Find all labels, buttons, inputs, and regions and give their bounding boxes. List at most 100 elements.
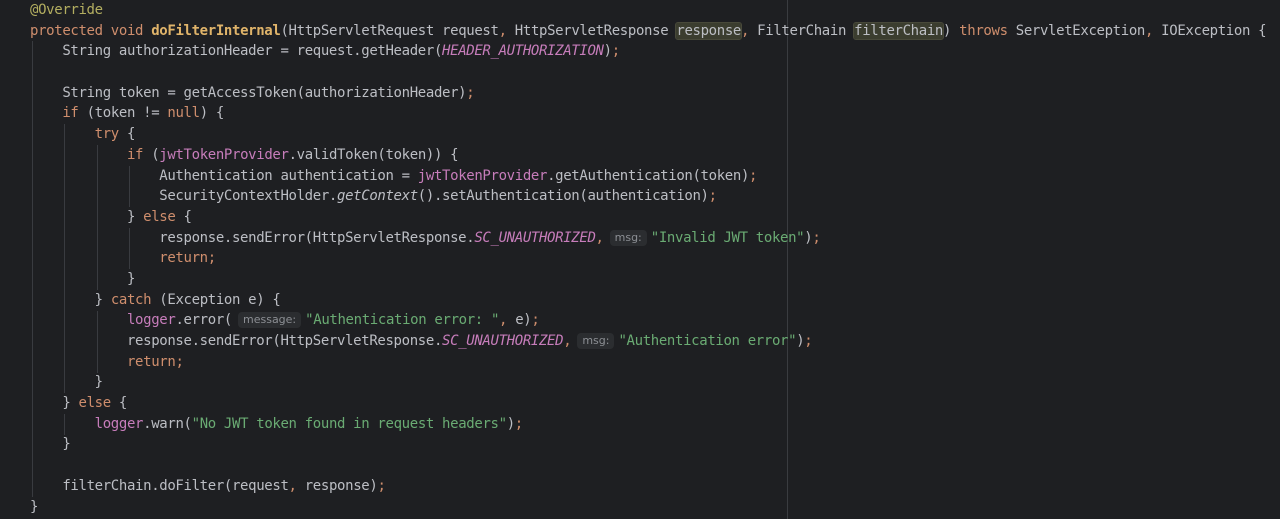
code-text: ServletException [1015, 22, 1146, 39]
static-constant: SC_UNAUTHORIZED [442, 333, 564, 349]
code-text: } [126, 270, 136, 287]
code-line[interactable]: response.sendError(HttpServletResponse.S… [30, 228, 1280, 249]
code-text: } [126, 208, 144, 225]
code-line[interactable]: } [30, 497, 1280, 518]
keyword: if [62, 105, 87, 122]
punctuation: ; [466, 84, 475, 101]
code-line[interactable]: } [30, 372, 1280, 393]
parameter-hint: msg: [577, 333, 615, 349]
punctuation: ; [812, 229, 821, 246]
static-method-call: getContext [337, 188, 418, 205]
code-line[interactable]: filterChain.doFilter(request, response); [30, 476, 1280, 497]
keyword: if [126, 146, 152, 163]
code-text: ) [943, 22, 960, 39]
code-line[interactable]: if (token != null) { [30, 103, 1280, 124]
punctuation: , [563, 333, 572, 349]
keyword: null [167, 105, 200, 122]
code-text: String token = getAccessToken(authorizat… [62, 84, 467, 101]
code-line[interactable]: String token = getAccessToken(authorizat… [30, 83, 1280, 104]
code-lines[interactable]: @Override protected void doFilterInternal… [30, 0, 1280, 517]
code-line[interactable]: if (jwtTokenProvider.validToken(token)) … [30, 145, 1280, 166]
parameter-hint: msg: [609, 229, 647, 246]
keyword: throws [959, 22, 1016, 39]
code-text: } [30, 498, 39, 515]
static-constant: SC_UNAUTHORIZED [474, 229, 596, 246]
code-text: HttpServletResponse [514, 22, 677, 39]
code-line[interactable]: protected void doFilterInternal(HttpServ… [30, 21, 1280, 42]
keyword: protected [30, 22, 111, 39]
code-line[interactable]: @Override [30, 0, 1280, 21]
code-line[interactable]: Authentication authentication = jwtToken… [30, 166, 1280, 187]
field-ref: jwtTokenProvider [159, 146, 289, 163]
highlighted-identifier: response [675, 21, 742, 40]
code-line[interactable]: return; [30, 352, 1280, 373]
punctuation: , [288, 477, 305, 494]
code-line[interactable] [30, 62, 1280, 83]
code-line[interactable]: String authorizationHeader = request.get… [30, 41, 1280, 62]
code-text: response) [304, 477, 378, 494]
code-editor[interactable]: @Override protected void doFilterInternal… [0, 0, 1280, 519]
code-text: .validToken(token)) { [288, 146, 459, 163]
code-line[interactable]: } [30, 434, 1280, 455]
punctuation: , [595, 229, 604, 246]
punctuation: , [741, 22, 758, 39]
code-line[interactable]: SecurityContextHolder.getContext().setAu… [30, 186, 1280, 207]
code-line[interactable]: } [30, 269, 1280, 290]
string-literal: "Invalid JWT token" [650, 229, 805, 246]
static-constant: HEADER_AUTHORIZATION [442, 43, 604, 60]
code-line[interactable]: logger.error(message: "Authentication err… [30, 310, 1280, 331]
string-literal: "Authentication error" [618, 333, 797, 349]
code-line[interactable]: return; [30, 248, 1280, 269]
keyword: return [159, 250, 208, 267]
code-text: { [183, 208, 192, 225]
code-line[interactable]: } else { [30, 393, 1280, 414]
punctuation: ; [531, 312, 540, 329]
code-text: } [94, 291, 111, 308]
code-line[interactable]: response.sendError(HttpServletResponse.S… [30, 331, 1280, 352]
punctuation: ; [708, 188, 717, 205]
punctuation: , [498, 22, 515, 39]
code-line[interactable]: } else { [30, 207, 1280, 228]
parameter-hint: message: [238, 312, 302, 329]
method-name: doFilterInternal [151, 22, 281, 39]
code-text: e) [515, 312, 532, 329]
code-text: { [118, 395, 127, 412]
punctuation: ; [175, 353, 184, 370]
code-text: response.sendError(HttpServletResponse. [159, 229, 475, 246]
string-literal: "No JWT token found in request headers" [191, 415, 507, 432]
code-text: (HttpServletRequest request [280, 22, 499, 39]
code-text: SecurityContextHolder. [159, 188, 337, 205]
code-text: .error( [175, 312, 232, 329]
code-text: Authentication authentication = [159, 167, 418, 184]
code-text: (Exception e) { [159, 291, 281, 308]
keyword: return [126, 353, 176, 370]
keyword: void [110, 22, 152, 39]
code-text: IOException { [1161, 22, 1267, 39]
keyword: catch [110, 291, 160, 308]
punctuation: ; [377, 477, 386, 494]
keyword: else [78, 395, 119, 412]
code-text: ().setAuthentication(authentication) [417, 188, 709, 205]
code-line[interactable] [30, 455, 1280, 476]
punctuation: ; [514, 415, 523, 432]
code-line[interactable]: try { [30, 124, 1280, 145]
code-line[interactable]: logger.warn("No JWT token found in reque… [30, 414, 1280, 435]
punctuation: , [499, 312, 516, 329]
punctuation: ; [804, 333, 813, 349]
punctuation: ; [207, 250, 216, 267]
code-line[interactable]: } catch (Exception e) { [30, 290, 1280, 311]
